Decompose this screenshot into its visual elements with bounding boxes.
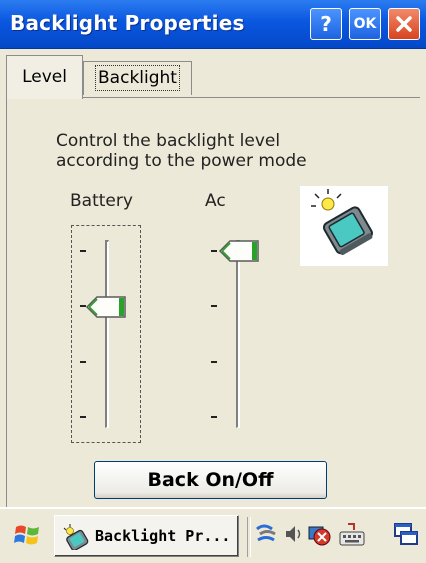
taskbar-task-label: Backlight Pr...	[95, 527, 231, 545]
description: Control the backlight level according to…	[56, 131, 396, 171]
ok-button[interactable]: OK	[349, 8, 381, 40]
taskbar-task-backlight[interactable]: Backlight Pr...	[54, 515, 239, 557]
battery-slider-track[interactable]	[105, 240, 109, 428]
battery-tick	[80, 416, 86, 418]
tab-backlight[interactable]: Backlight	[83, 61, 192, 95]
ac-tick	[211, 305, 217, 307]
help-button[interactable]: ?	[310, 8, 342, 40]
battery-tick	[80, 250, 86, 252]
taskbar: Backlight Pr...	[0, 507, 426, 563]
window-title: Backlight Properties	[10, 11, 245, 35]
back-on-off-button[interactable]: Back On/Off	[94, 461, 327, 499]
tray-separator	[247, 517, 251, 557]
close-icon	[396, 16, 412, 32]
close-button[interactable]	[388, 8, 420, 40]
ac-tick	[211, 361, 217, 363]
windows-flag-icon[interactable]	[12, 519, 44, 551]
ac-tick	[211, 250, 217, 252]
battery-label: Battery	[70, 191, 133, 211]
tab-level[interactable]: Level	[6, 55, 83, 99]
volume-icon[interactable]	[284, 521, 306, 547]
network-icon[interactable]	[254, 521, 280, 547]
ac-slider-thumb[interactable]	[218, 239, 262, 263]
ac-tick	[211, 416, 217, 418]
backlight-app-icon	[63, 524, 89, 550]
ac-slider-track[interactable]	[236, 240, 240, 428]
keyboard-icon[interactable]	[338, 521, 366, 549]
title-bar: Backlight Properties ? OK	[0, 0, 426, 49]
battery-slider-thumb[interactable]	[85, 295, 129, 319]
desktop-icon[interactable]	[392, 521, 420, 549]
description-line-2: according to the power mode	[56, 151, 307, 171]
description-line-1: Control the backlight level	[56, 131, 281, 151]
backlight-picture	[300, 186, 388, 266]
tab-backlight-label: Backlight	[95, 65, 180, 91]
battery-tick	[80, 361, 86, 363]
connection-icon[interactable]	[306, 521, 336, 549]
device-backlight-icon	[311, 189, 373, 256]
ac-label: Ac	[205, 191, 226, 211]
